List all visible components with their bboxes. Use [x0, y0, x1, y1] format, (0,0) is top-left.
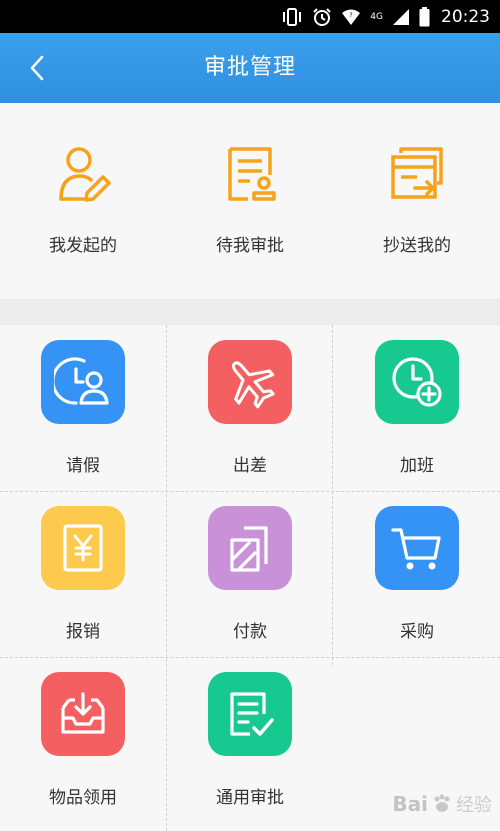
shopping-cart-icon [375, 506, 459, 590]
section-divider [0, 299, 500, 325]
grid-item-reimbursement[interactable]: 报销 [0, 491, 166, 657]
inbox-tray-icon [41, 672, 125, 756]
document-check-icon [208, 672, 292, 756]
document-stamp-icon [228, 147, 276, 201]
airplane-icon [208, 340, 292, 424]
grid-item-label: 物品领用 [49, 788, 117, 808]
yen-receipt-icon [41, 506, 125, 590]
status-bar: ? 4G 20:23 [0, 0, 500, 33]
baidu-watermark: Bai 经验 [392, 791, 492, 817]
approval-shortcuts: 我发起的 待我审批 抄送我的 [0, 103, 500, 299]
grid-item-overtime[interactable]: 加班 [334, 325, 500, 491]
clock-plus-icon [375, 340, 459, 424]
grid-item-business-trip[interactable]: 出差 [167, 325, 333, 491]
grid-item-general-approval[interactable]: 通用审批 [167, 657, 333, 823]
shortcut-pending-my-approval[interactable]: 待我审批 [167, 103, 333, 299]
shortcut-initiated-by-me[interactable]: 我发起的 [0, 103, 166, 299]
cc-forward-icon [391, 147, 443, 199]
grid-item-label: 出差 [233, 456, 267, 476]
battery-icon [419, 6, 430, 27]
grid-item-label: 付款 [233, 622, 267, 642]
grid-item-label: 请假 [66, 456, 100, 476]
approval-type-grid: 请假 出差 加班 报销 付款 采购 物品领用 通用审批 [0, 325, 500, 831]
title-bar: 审批管理 [0, 33, 500, 103]
vibrate-icon [281, 7, 303, 26]
shortcut-label: 我发起的 [49, 236, 117, 256]
grid-item-leave[interactable]: 请假 [0, 325, 166, 491]
grid-item-label: 加班 [400, 456, 434, 476]
user-edit-icon [59, 147, 111, 202]
grid-item-purchase[interactable]: 采购 [334, 491, 500, 657]
alarm-icon [312, 7, 332, 27]
status-icons: ? 4G 20:23 [281, 0, 490, 33]
grid-item-label: 报销 [66, 622, 100, 642]
back-button[interactable] [18, 49, 56, 87]
grid-item-item-requisition[interactable]: 物品领用 [0, 657, 166, 823]
shortcut-label: 抄送我的 [383, 236, 451, 256]
watermark-suffix: 经验 [456, 795, 492, 816]
grid-item-label: 通用审批 [216, 788, 284, 808]
grid-item-label: 采购 [400, 622, 434, 642]
signal-icon [392, 8, 410, 26]
clock-person-icon [41, 340, 125, 424]
payment-card-icon [208, 506, 292, 590]
svg-text:?: ? [350, 12, 353, 19]
grid-item-payment[interactable]: 付款 [167, 491, 333, 657]
clock-time: 20:23 [441, 6, 490, 27]
network-type-label: 4G [370, 11, 383, 22]
chevron-left-icon [30, 55, 44, 81]
shortcut-label: 待我审批 [216, 236, 284, 256]
watermark-brand: Bai [392, 792, 428, 816]
wifi-icon: ? [341, 8, 361, 26]
paw-logo-icon [434, 794, 450, 812]
page-title: 审批管理 [203, 55, 296, 80]
shortcut-cc-to-me[interactable]: 抄送我的 [334, 103, 500, 299]
